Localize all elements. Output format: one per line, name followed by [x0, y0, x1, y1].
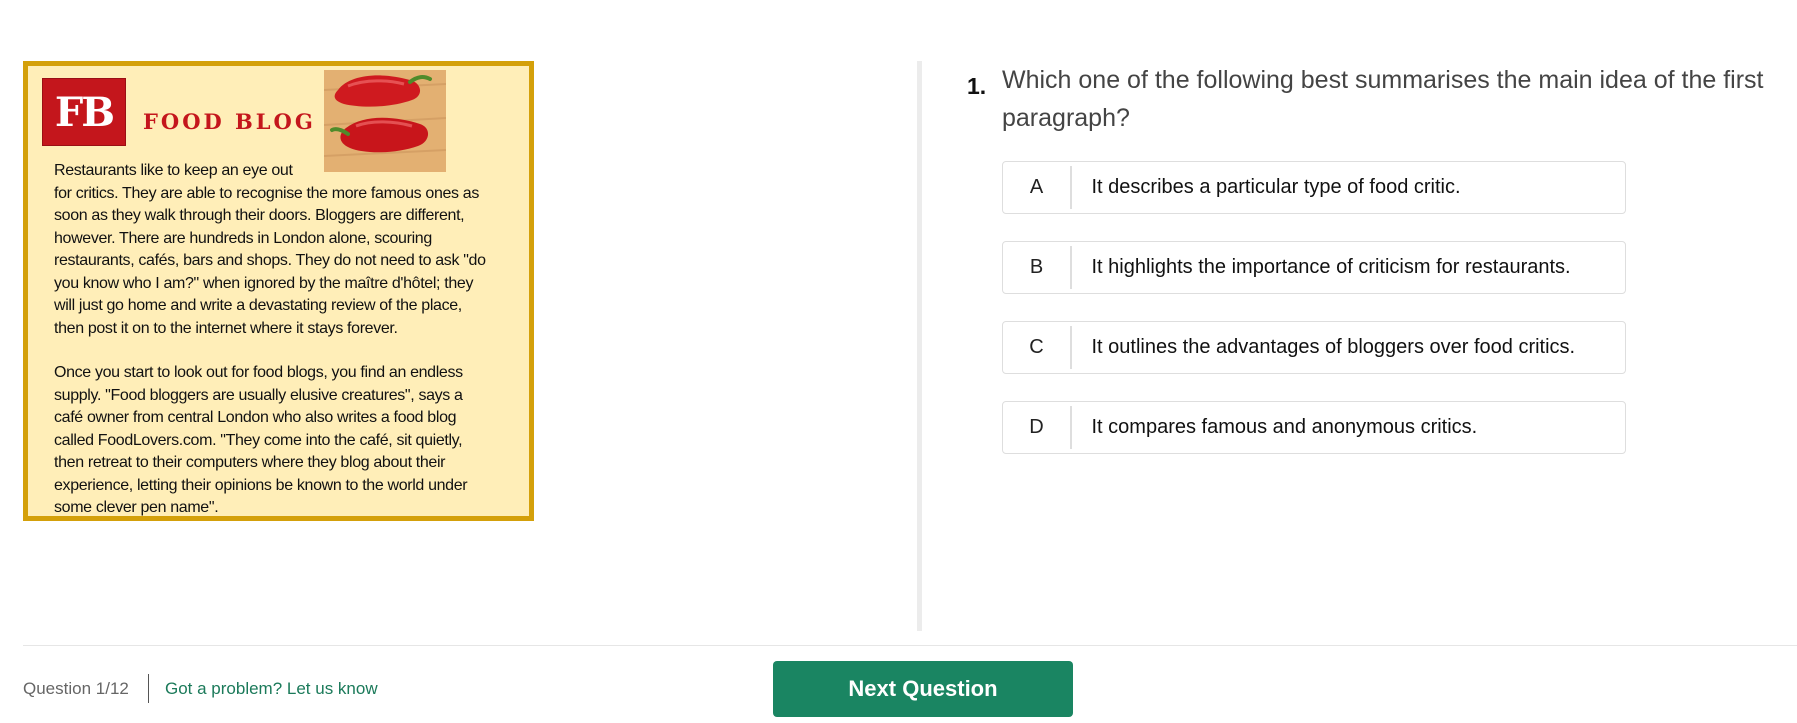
reading-passage: FB FOOD BLOG Restaurants like to keep an… [23, 61, 534, 521]
option-text: It highlights the importance of criticis… [1091, 256, 1571, 278]
option-letter: C [1029, 336, 1044, 358]
next-question-button[interactable]: Next Question [773, 661, 1073, 717]
passage-paragraph-1: Restaurants like to keep an eye out for … [54, 162, 486, 337]
question-counter: Question 1/12 [23, 679, 129, 698]
answer-option-a[interactable]: A It describes a particular type of food… [1002, 161, 1626, 214]
logo-text: FB [54, 88, 115, 136]
passage-paragraph-2: Once you start to look out for food blog… [54, 364, 468, 516]
passage-text: Restaurants like to keep an eye out for … [54, 160, 534, 520]
answer-option-c[interactable]: C It outlines the advantages of bloggers… [1002, 321, 1626, 374]
question-number: 1. [967, 73, 987, 99]
option-text: It describes a particular type of food c… [1091, 176, 1461, 198]
report-problem-link[interactable]: Got a problem? Let us know [165, 679, 378, 699]
option-letter: A [1029, 176, 1044, 198]
option-text: It outlines the advantages of bloggers o… [1091, 336, 1576, 358]
answer-option-b[interactable]: B It highlights the importance of critic… [1002, 241, 1626, 294]
answer-option-d[interactable]: D It compares famous and anonymous criti… [1002, 401, 1626, 454]
blog-title: FOOD BLOG [143, 109, 316, 134]
option-text: It compares famous and anonymous critics… [1091, 416, 1478, 438]
vertical-divider [917, 61, 922, 631]
option-letter: D [1029, 416, 1044, 438]
peppers-image [323, 70, 447, 172]
question-text: Which one of the following best summaris… [1002, 66, 1764, 132]
footer-divider [23, 645, 1797, 646]
option-letter: B [1029, 256, 1044, 278]
food-blog-logo: FB [42, 78, 126, 146]
footer-separator [148, 674, 149, 703]
